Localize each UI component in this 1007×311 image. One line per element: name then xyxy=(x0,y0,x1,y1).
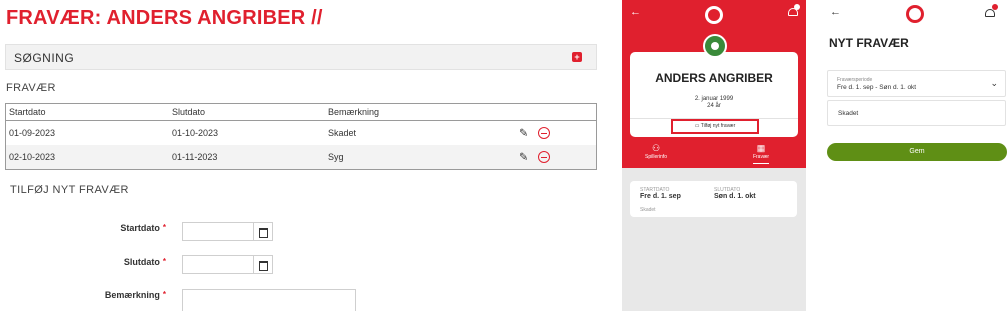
player-card: ANDERS ANGRIBER 2. januar 1999 24 år ▭ T… xyxy=(630,52,798,137)
absence-entry-card[interactable]: STARTDATO Fre d. 1. sep SLUTDATO Søn d. … xyxy=(630,181,797,217)
required-mark: * xyxy=(162,223,166,232)
remove-icon[interactable] xyxy=(538,127,550,139)
tab-absence[interactable]: ▦ Fravær xyxy=(741,143,781,164)
calendar-icon: ▦ xyxy=(756,143,766,153)
player-name: ANDERS ANGRIBER xyxy=(655,71,773,85)
mobile-profile-screen: ← ANDERS ANGRIBER 2. januar 1999 24 år ▭… xyxy=(622,0,806,311)
add-absence-button[interactable]: ▭ Tilføj nyt fravær xyxy=(671,119,759,134)
end-date-input[interactable] xyxy=(182,255,254,274)
note-textarea[interactable] xyxy=(182,289,356,311)
cell-end: 01-11-2023 xyxy=(172,152,218,162)
calendar-icon[interactable] xyxy=(254,222,273,241)
table-row: 02-10-2023 01-11-2023 Syg ✎ xyxy=(6,145,596,169)
back-arrow-icon[interactable]: ← xyxy=(830,6,841,18)
dbu-logo xyxy=(906,5,924,23)
add-absence-label: Tilføj nyt fravær xyxy=(700,123,736,129)
cell-note: Syg xyxy=(328,152,344,162)
tab-label: Fravær xyxy=(752,154,770,160)
period-label: Fraværsperiode xyxy=(837,77,873,83)
tab-player-info[interactable]: ⚇ Spillerinfo xyxy=(636,143,676,160)
tab-label: Spillerinfo xyxy=(645,154,667,160)
end-date-label: Slutdato * xyxy=(46,257,166,267)
entry-note: Skadet xyxy=(640,207,656,213)
desktop-panel: FRAVÆR: ANDERS ANGRIBER // SØGNING + FRA… xyxy=(0,0,600,311)
person-icon: ⚇ xyxy=(651,143,661,153)
page-title: NYT FRAVÆR xyxy=(829,36,909,50)
dbu-logo xyxy=(705,6,723,24)
mobile-new-absence-screen: ← NYT FRAVÆR Fraværsperiode Fre d. 1. se… xyxy=(806,0,1007,311)
chevron-down-icon: ⌄ xyxy=(990,78,998,88)
note-label-text: Bemærkning xyxy=(104,290,160,300)
birth-date: 2. januar 1999 xyxy=(694,96,734,102)
cell-start: 01-09-2023 xyxy=(9,128,56,138)
remove-icon[interactable] xyxy=(538,151,550,163)
required-mark: * xyxy=(162,290,166,299)
cell-note: Skadet xyxy=(328,128,357,138)
start-date-label: Startdato * xyxy=(46,223,166,233)
period-select[interactable]: Fraværsperiode Fre d. 1. sep - Søn d. 1.… xyxy=(827,70,1006,97)
search-section-toggle[interactable]: SØGNING + xyxy=(5,44,597,70)
expand-icon[interactable]: + xyxy=(572,52,582,62)
absence-section-title: FRAVÆR xyxy=(6,82,56,94)
table-row: 01-09-2023 01-10-2023 Skadet ✎ xyxy=(6,121,596,145)
notification-badge xyxy=(794,4,800,10)
notification-badge xyxy=(992,4,998,10)
start-date-input[interactable] xyxy=(182,222,254,241)
search-label: SØGNING xyxy=(14,51,75,65)
start-date-label-text: Startdato xyxy=(120,223,160,233)
start-value: Fre d. 1. sep xyxy=(640,193,681,200)
end-value: Søn d. 1. okt xyxy=(714,193,756,200)
edit-icon[interactable]: ✎ xyxy=(519,127,528,140)
calendar-icon[interactable] xyxy=(254,255,273,274)
end-date-label-text: Slutdato xyxy=(123,257,160,267)
required-mark: * xyxy=(162,257,166,266)
period-value: Fre d. 1. sep - Søn d. 1. okt xyxy=(837,84,917,91)
header-note: Bemærkning xyxy=(328,107,380,117)
header-start: Startdato xyxy=(9,107,46,117)
avatar xyxy=(703,34,727,58)
cell-end: 01-10-2023 xyxy=(172,128,219,138)
save-button[interactable]: Gem xyxy=(827,143,1007,161)
header-end: Slutdato xyxy=(172,107,206,117)
notification-icon[interactable] xyxy=(985,9,995,17)
player-age: 24 år xyxy=(707,103,721,109)
note-label: Bemærkning * xyxy=(46,290,166,300)
cell-start: 02-10-2023 xyxy=(9,152,56,162)
note-input[interactable]: Skadet xyxy=(827,100,1006,126)
page-title: FRAVÆR: ANDERS ANGRIBER // xyxy=(6,7,323,29)
edit-icon[interactable]: ✎ xyxy=(519,151,528,164)
add-absence-title: TILFØJ NYT FRAVÆR xyxy=(10,184,129,196)
back-arrow-icon[interactable]: ← xyxy=(630,6,641,18)
absence-table: Startdato Slutdato Bemærkning 01-09-2023… xyxy=(5,103,597,170)
table-header: Startdato Slutdato Bemærkning xyxy=(6,104,596,121)
